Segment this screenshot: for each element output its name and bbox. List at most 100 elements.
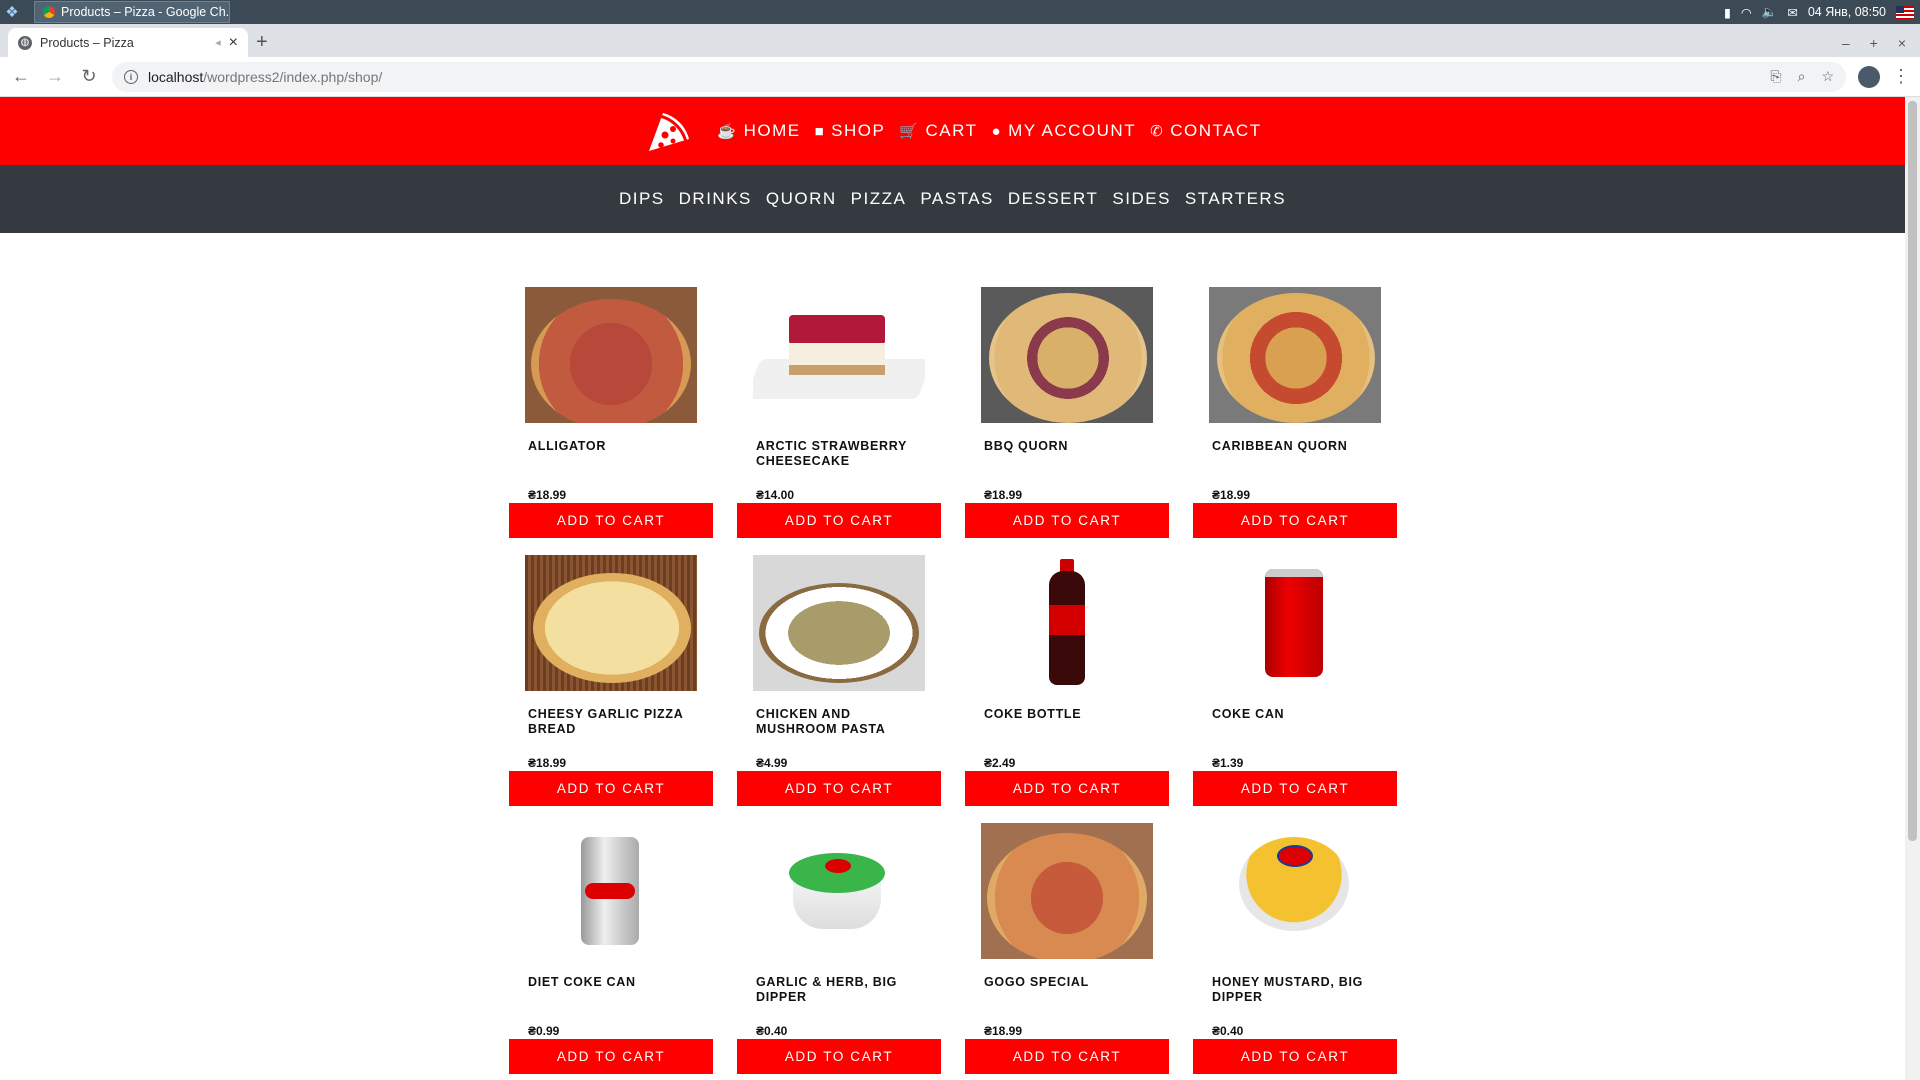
category-quorn[interactable]: QUORN <box>766 189 837 209</box>
reload-icon[interactable]: ↻ <box>78 66 100 87</box>
chrome-menu-icon[interactable]: ⋮ <box>1892 66 1910 87</box>
forward-arrow-icon[interactable]: → <box>44 66 66 87</box>
product-image-garlic-herb-dip[interactable] <box>753 823 925 959</box>
product-card: GOGO SPECIAL ₴18.99 ADD TO CART <box>965 823 1169 1075</box>
product-image-honey-mustard-dip[interactable] <box>1209 823 1381 959</box>
nav-contact-label: CONTACT <box>1170 121 1262 140</box>
product-image-coke-can[interactable] <box>1209 555 1381 691</box>
product-card: DIET COKE CAN ₴0.99 ADD TO CART <box>509 823 713 1075</box>
product-card: CHEESY GARLIC PIZZA BREAD ₴18.99 ADD TO … <box>509 555 713 807</box>
product-image-pasta[interactable] <box>753 555 925 691</box>
category-drinks[interactable]: DRINKS <box>679 189 752 209</box>
wifi-icon[interactable]: ◠ <box>1741 5 1752 20</box>
add-to-cart-button[interactable]: ADD TO CART <box>965 1039 1169 1074</box>
browser-toolbar: ← → ↻ i localhost/wordpress2/index.php/s… <box>0 57 1920 97</box>
page-scrollbar[interactable] <box>1905 97 1920 1080</box>
product-image-bbq-quorn[interactable] <box>981 287 1153 423</box>
add-to-cart-button[interactable]: ADD TO CART <box>509 771 713 806</box>
volume-icon[interactable]: 🔈 <box>1762 5 1778 20</box>
product-name[interactable]: COKE CAN <box>1212 707 1392 722</box>
product-image-gogo-special[interactable] <box>981 823 1153 959</box>
coffee-cup-icon: ☕ <box>717 123 738 140</box>
add-to-cart-button[interactable]: ADD TO CART <box>737 503 941 538</box>
clock[interactable]: 04 Янв, 08:50 <box>1808 5 1886 19</box>
product-grid: ALLIGATOR ₴18.99 ADD TO CART ARCTIC STRA… <box>509 287 1399 1075</box>
add-to-cart-button[interactable]: ADD TO CART <box>965 503 1169 538</box>
nav-account-label: MY ACCOUNT <box>1008 121 1137 140</box>
category-pastas[interactable]: PASTAS <box>920 189 994 209</box>
product-card: ARCTIC STRAWBERRY CHEESECAKE ₴14.00 ADD … <box>737 287 941 539</box>
keyboard-layout-flag-icon[interactable] <box>1896 5 1914 19</box>
product-name[interactable]: HONEY MUSTARD, BIG DIPPER <box>1212 975 1392 1005</box>
nav-contact[interactable]: ✆ CONTACT <box>1150 121 1261 141</box>
browser-tab[interactable]: ◍ Products – Pizza ◂ × <box>8 28 248 57</box>
globe-icon: ◍ <box>18 35 32 50</box>
product-name[interactable]: BBQ QUORN <box>984 439 1164 454</box>
product-name[interactable]: COKE BOTTLE <box>984 707 1164 722</box>
close-tab-icon[interactable]: × <box>229 34 238 52</box>
product-image-alligator[interactable] <box>525 287 697 423</box>
back-arrow-icon[interactable]: ← <box>10 66 32 87</box>
info-icon[interactable]: i <box>124 69 138 84</box>
product-name[interactable]: GARLIC & HERB, BIG DIPPER <box>756 975 936 1005</box>
product-name[interactable]: ALLIGATOR <box>528 439 708 454</box>
product-name[interactable]: CARIBBEAN QUORN <box>1212 439 1392 454</box>
product-name[interactable]: GOGO SPECIAL <box>984 975 1164 990</box>
nav-shop[interactable]: ■ SHOP <box>815 121 886 141</box>
add-to-cart-button[interactable]: ADD TO CART <box>965 771 1169 806</box>
shopping-bag-icon: ■ <box>814 122 826 140</box>
scrollbar-thumb[interactable] <box>1908 101 1917 841</box>
page-viewport: ☕ HOME ■ SHOP 🛒 CART ● MY ACCOUNT ✆ CONTACT D… <box>0 97 1920 1080</box>
product-name[interactable]: CHEESY GARLIC PIZZA BREAD <box>528 707 708 737</box>
speaker-icon[interactable]: ◂ <box>215 36 221 49</box>
bookmark-star-icon[interactable]: ☆ <box>1821 68 1834 85</box>
product-name[interactable]: DIET COKE CAN <box>528 975 708 990</box>
site-header: ☕ HOME ■ SHOP 🛒 CART ● MY ACCOUNT ✆ CONTACT <box>0 97 1905 165</box>
product-price: ₴0.40 <box>756 1024 788 1038</box>
add-to-cart-button[interactable]: ADD TO CART <box>509 503 713 538</box>
nav-cart-label: CART <box>925 121 978 140</box>
product-image-caribbean-quorn[interactable] <box>1209 287 1381 423</box>
product-image-diet-coke-can[interactable] <box>525 823 697 959</box>
category-pizza[interactable]: PIZZA <box>851 189 907 209</box>
taskbar-window-title: Products – Pizza - Google Ch... <box>61 5 230 19</box>
address-bar[interactable]: i localhost/wordpress2/index.php/shop/ ⎘… <box>112 61 1846 92</box>
start-menu-icon[interactable]: ❖ <box>0 0 24 24</box>
category-sides[interactable]: SIDES <box>1112 189 1171 209</box>
add-to-cart-button[interactable]: ADD TO CART <box>1193 503 1397 538</box>
zoom-icon[interactable]: ⌕ <box>1798 68 1806 85</box>
category-starters[interactable]: STARTERS <box>1185 189 1286 209</box>
maximize-icon[interactable]: + <box>1870 35 1878 51</box>
product-name[interactable]: ARCTIC STRAWBERRY CHEESECAKE <box>756 439 936 469</box>
main-nav: ☕ HOME ■ SHOP 🛒 CART ● MY ACCOUNT ✆ CONTACT <box>717 121 1261 141</box>
add-to-cart-button[interactable]: ADD TO CART <box>737 1039 941 1074</box>
category-dessert[interactable]: DESSERT <box>1008 189 1099 209</box>
product-image-coke-bottle[interactable] <box>981 555 1153 691</box>
close-window-icon[interactable]: × <box>1898 35 1906 51</box>
nav-home[interactable]: ☕ HOME <box>717 121 800 141</box>
add-to-cart-button[interactable]: ADD TO CART <box>509 1039 713 1074</box>
pizza-slice-logo-icon[interactable] <box>643 105 695 157</box>
add-to-cart-button[interactable]: ADD TO CART <box>1193 771 1397 806</box>
translate-icon[interactable]: ⎘ <box>1770 68 1781 85</box>
product-name[interactable]: CHICKEN AND MUSHROOM PASTA <box>756 707 936 737</box>
minimize-icon[interactable]: – <box>1842 35 1850 51</box>
taskbar-window-button[interactable]: Products – Pizza - Google Ch... <box>34 1 230 23</box>
add-to-cart-button[interactable]: ADD TO CART <box>1193 1039 1397 1074</box>
nav-home-label: HOME <box>743 121 801 140</box>
add-to-cart-button[interactable]: ADD TO CART <box>737 771 941 806</box>
product-image-cheesecake[interactable] <box>753 287 925 423</box>
mail-icon[interactable]: ✉ <box>1787 5 1797 20</box>
product-price: ₴18.99 <box>528 488 567 502</box>
battery-icon[interactable]: ▮ <box>1724 5 1731 20</box>
new-tab-button[interactable]: + <box>256 28 268 57</box>
profile-avatar[interactable] <box>1858 65 1880 88</box>
nav-cart[interactable]: 🛒 CART <box>899 121 977 141</box>
product-price: ₴0.99 <box>528 1024 560 1038</box>
nav-my-account[interactable]: ● MY ACCOUNT <box>992 121 1137 141</box>
product-price: ₴14.00 <box>756 488 795 502</box>
category-dips[interactable]: DIPS <box>619 189 665 209</box>
product-price: ₴1.39 <box>1212 756 1244 770</box>
product-image-cheesy-garlic-bread[interactable] <box>525 555 697 691</box>
url-path: /wordpress2/index.php/shop/ <box>203 68 383 85</box>
